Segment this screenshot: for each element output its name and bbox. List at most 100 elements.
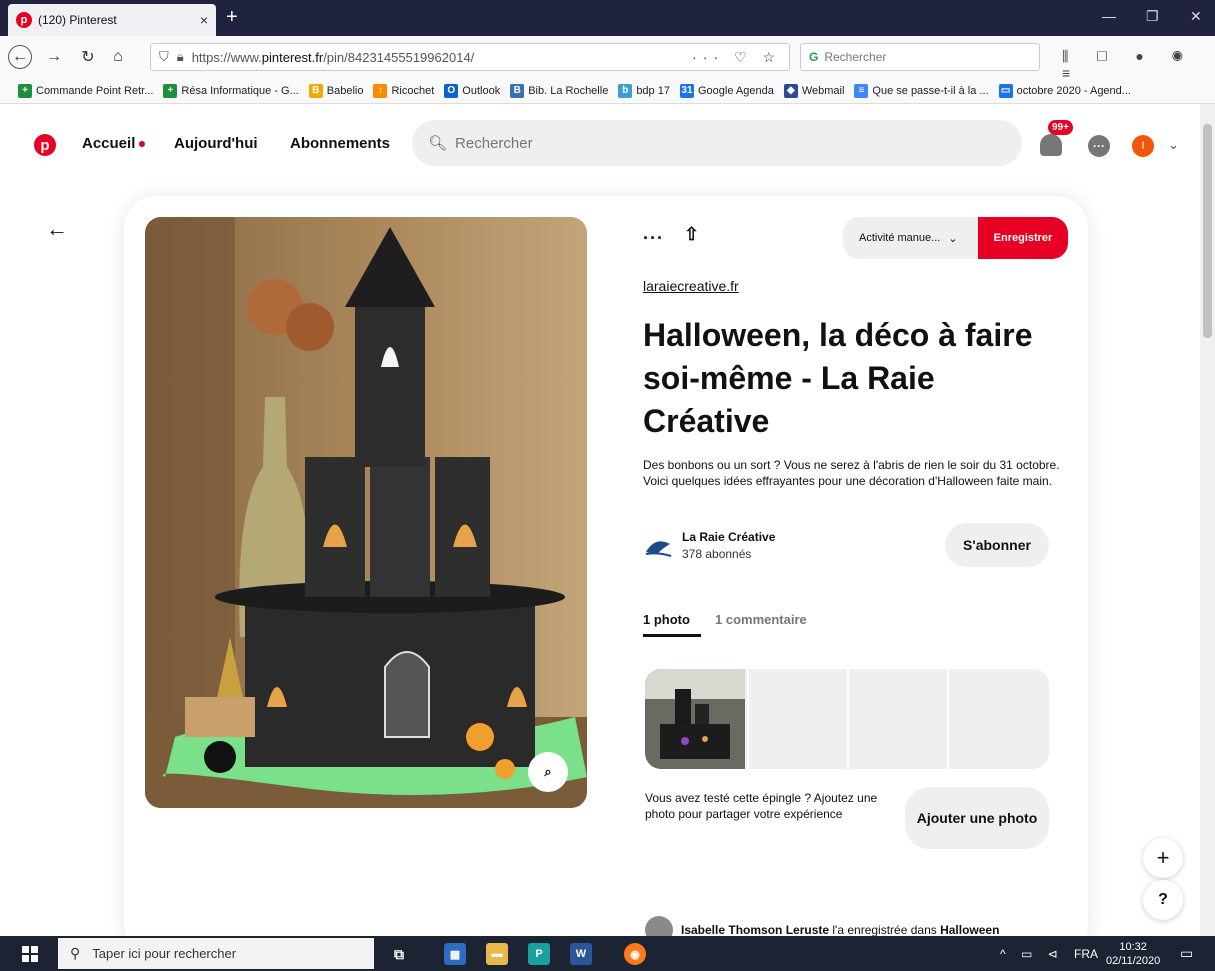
- windows-taskbar: ⚲ Taper ici pour rechercher ⧉ ▦ ▬ P W ◉ …: [0, 936, 1215, 971]
- word-icon[interactable]: W: [570, 943, 592, 965]
- scrollbar-thumb[interactable]: [1203, 124, 1212, 338]
- pinterest-header: p Accueil Aujourd'hui Abonnements 🔍︎ Rec…: [0, 104, 1200, 180]
- empty-photo-slot: [947, 669, 1045, 769]
- publisher-icon[interactable]: P: [528, 943, 550, 965]
- system-tray-icons[interactable]: ^ ▭ ⊲: [1000, 947, 1064, 961]
- tried-photos-strip: [645, 669, 1049, 769]
- url-text: https://www.pinterest.fr/pin/84231455519…: [191, 49, 475, 65]
- tab-comments[interactable]: 1 commentaire: [715, 612, 807, 627]
- empty-photo-slot: [747, 669, 845, 769]
- bookmark-item[interactable]: b bdp 17: [618, 83, 670, 98]
- browser-search-input[interactable]: G Rechercher: [800, 43, 1040, 71]
- bookmark-favicon-icon: ↑: [373, 83, 388, 98]
- browser-nav-bar: ← → ↻ ⌂ ⛉ 🔒︎ https://www.pinterest.fr/pi…: [0, 36, 1215, 81]
- bookmark-item[interactable]: O Outlook: [444, 83, 500, 98]
- tried-photo-thumbnail[interactable]: [645, 669, 745, 769]
- bookmark-label: Ricochet: [391, 84, 435, 97]
- bookmarks-bar: + Commande Point Retr... + Résa Informatiqu…: [0, 78, 1215, 104]
- tab-photos[interactable]: 1 photo: [643, 612, 690, 627]
- pin-image[interactable]: [145, 217, 587, 808]
- bookmark-label: Bib. La Rochelle: [528, 84, 609, 97]
- more-options-icon[interactable]: ···: [643, 228, 664, 249]
- creator-avatar[interactable]: [643, 530, 673, 560]
- calculator-icon[interactable]: ▦: [444, 943, 466, 965]
- pin-description: Des bonbons ou un sort ? Vous ne serez à…: [643, 458, 1060, 488]
- bookmark-favicon-icon: +: [163, 83, 178, 98]
- bookmark-item[interactable]: 31 Google Agenda: [679, 83, 774, 98]
- notifications-bell-icon[interactable]: [1040, 134, 1062, 156]
- close-tab-icon[interactable]: ×: [200, 12, 208, 28]
- search-icon: 🔍︎: [428, 135, 448, 152]
- visual-search-lens-button[interactable]: ⌕: [528, 752, 568, 792]
- source-link[interactable]: laraiecreative.fr: [643, 278, 739, 294]
- search-icon: ⚲: [70, 945, 81, 961]
- pinterest-favicon-icon: p: [16, 12, 32, 28]
- activity-text: l'a enregistrée dans: [829, 923, 941, 937]
- pinterest-logo-icon[interactable]: p: [34, 134, 56, 156]
- board-select-dropdown[interactable]: Activité manue... ⌄: [843, 217, 978, 259]
- bookmark-label: bdp 17: [636, 84, 670, 97]
- creator-name[interactable]: La Raie Créative: [682, 530, 775, 544]
- language-indicator[interactable]: FRA: [1074, 947, 1098, 961]
- home-icon[interactable]: ⌂: [106, 45, 130, 69]
- account-menu-chevron-icon[interactable]: ⌄: [1168, 137, 1179, 153]
- bookmark-item[interactable]: ≡ Que se passe-t-il à la ...: [854, 83, 989, 98]
- add-photo-button[interactable]: Ajouter une photo: [905, 787, 1049, 849]
- activity-user-name[interactable]: Isabelle Thomson Leruste: [681, 923, 829, 937]
- save-pin-button[interactable]: Enregistrer: [978, 217, 1068, 259]
- bookmark-item[interactable]: ↑ Ricochet: [373, 83, 435, 98]
- bookmark-item[interactable]: B Bib. La Rochelle: [510, 83, 609, 98]
- profile-avatar[interactable]: I: [1132, 135, 1154, 157]
- task-view-icon[interactable]: ⧉: [388, 943, 410, 965]
- bookmark-favicon-icon: ◆: [783, 83, 798, 98]
- bookmark-label: octobre 2020 - Agend...: [1016, 84, 1131, 97]
- chevron-down-icon: ⌄: [948, 232, 958, 245]
- back-arrow-icon[interactable]: ←: [46, 216, 68, 242]
- windows-start-icon[interactable]: [22, 946, 38, 962]
- url-bar[interactable]: ⛉ 🔒︎ https://www.pinterest.fr/pin/842314…: [150, 43, 790, 71]
- file-explorer-icon[interactable]: ▬: [486, 943, 508, 965]
- taskbar-search-input[interactable]: ⚲ Taper ici pour rechercher: [58, 938, 374, 969]
- bookmark-item[interactable]: B Babelio: [308, 83, 363, 98]
- firefox-icon[interactable]: ◉: [624, 943, 646, 965]
- close-window-icon[interactable]: ✕: [1190, 8, 1202, 25]
- browser-tab[interactable]: p (120) Pinterest ×: [8, 4, 216, 36]
- bookmark-favicon-icon: b: [618, 83, 633, 98]
- nav-following[interactable]: Abonnements: [290, 135, 390, 152]
- minimize-window-icon[interactable]: —: [1102, 8, 1116, 24]
- empty-photo-slot: [847, 669, 945, 769]
- messages-icon[interactable]: ···: [1088, 135, 1110, 157]
- unread-dot-icon: [139, 141, 146, 148]
- nav-home[interactable]: Accueil: [82, 135, 146, 152]
- notification-badge: 99+: [1048, 120, 1073, 135]
- activity-board-name[interactable]: Halloween: [940, 923, 999, 937]
- follow-button[interactable]: S'abonner: [945, 523, 1049, 567]
- create-plus-button[interactable]: +: [1143, 838, 1183, 878]
- help-button[interactable]: ?: [1143, 880, 1183, 920]
- reload-icon[interactable]: ↻: [76, 45, 100, 69]
- pinterest-search-input[interactable]: 🔍︎ Rechercher: [412, 120, 1022, 166]
- tab-title: (120) Pinterest: [38, 13, 117, 27]
- nav-today[interactable]: Aujourd'hui: [174, 135, 258, 152]
- bookmark-item[interactable]: + Commande Point Retr...: [18, 83, 154, 98]
- bookmark-favicon-icon: B: [308, 83, 323, 98]
- bookmark-item[interactable]: ▭ octobre 2020 - Agend...: [998, 83, 1131, 98]
- browser-forward-icon[interactable]: →: [42, 45, 66, 69]
- new-tab-button[interactable]: +: [226, 6, 238, 29]
- bookmark-item[interactable]: + Résa Informatique - G...: [163, 83, 299, 98]
- taskbar-clock[interactable]: 10:32 02/11/2020: [1106, 940, 1160, 968]
- page-actions-icon[interactable]: ··· ♡ ☆: [692, 49, 781, 66]
- browser-back-icon[interactable]: ←: [8, 45, 32, 69]
- browser-toolbar-icons[interactable]: ⫼ ▢ ● ◉ ≡: [1062, 48, 1215, 81]
- maximize-window-icon[interactable]: ❐: [1146, 8, 1159, 25]
- share-icon[interactable]: ⇧: [684, 224, 699, 245]
- castle-image-illustration: [145, 217, 587, 808]
- search-engine-icon: G: [809, 50, 819, 64]
- action-center-icon[interactable]: ▭: [1180, 945, 1193, 962]
- bookmark-label: Que se passe-t-il à la ...: [872, 84, 989, 97]
- bookmark-item[interactable]: ◆ Webmail: [783, 83, 844, 98]
- browser-tab-bar: p (120) Pinterest × + — ❐ ✕: [0, 0, 1215, 36]
- bookmark-label: Google Agenda: [697, 84, 774, 97]
- tried-prompt-text: Vous avez testé cette épingle ? Ajoutez …: [645, 791, 878, 821]
- bookmark-label: Commande Point Retr...: [36, 84, 154, 97]
